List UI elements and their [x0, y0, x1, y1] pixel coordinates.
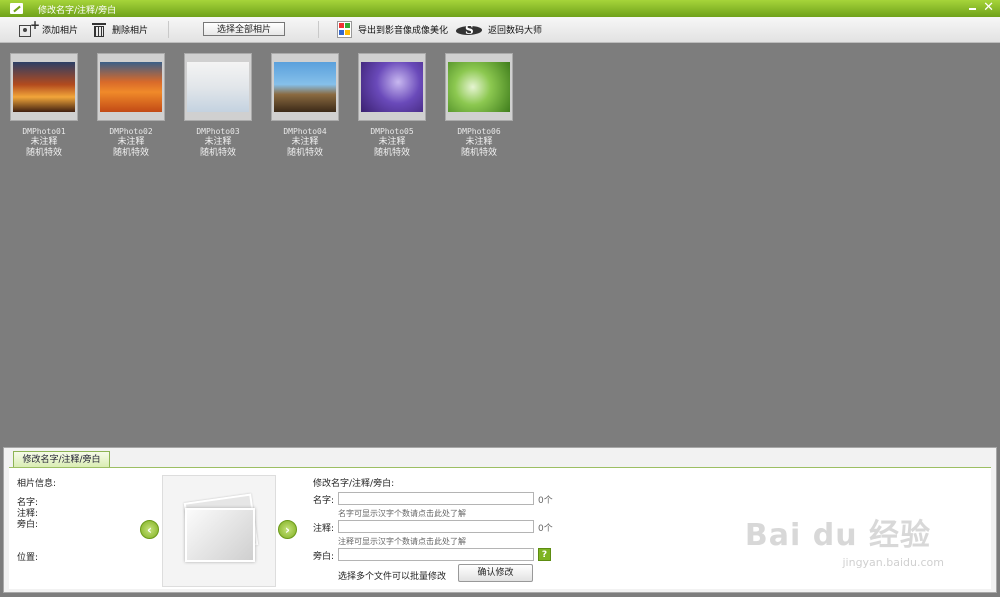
photo-note: 未注释	[204, 137, 232, 147]
toolbar-divider	[318, 21, 319, 38]
baidu-watermark-url: jingyan.baidu.com	[842, 556, 944, 569]
return-label: 返回数码大师	[488, 26, 543, 36]
minimize-button[interactable]	[969, 8, 976, 10]
name-hint-link[interactable]: 名字可显示汉字个数请点击此处了解	[338, 508, 466, 519]
edit-panel-body: 相片信息: 名字: 注释: 旁白: 位置: ‹ › 修改名字/注释/旁白: 名字…	[9, 468, 991, 589]
photo-effect: 随机特效	[25, 148, 62, 158]
delete-photo-label: 删除相片	[112, 26, 149, 36]
export-button[interactable]: 导出到影音像成像美化	[337, 20, 448, 39]
toolbar-divider	[168, 21, 169, 38]
photo-thumbnail[interactable]: DMPhoto02 未注释 随机特效	[97, 53, 165, 159]
photo-name: DMPhoto04	[283, 127, 327, 136]
photo-effect: 随机特效	[460, 148, 497, 158]
name-input[interactable]	[338, 492, 534, 505]
photo-effect: 随机特效	[286, 148, 323, 158]
return-button[interactable]: S 返回数码大师	[454, 20, 543, 39]
edit-panel: 修改名字/注释/旁白 相片信息: 名字: 注释: 旁白: 位置: ‹ › 修改名…	[3, 447, 997, 593]
export-label: 导出到影音像成像美化	[358, 26, 449, 36]
baidu-watermark-logo: Bai du 经验	[744, 518, 931, 553]
info-narration-label: 旁白:	[17, 520, 39, 530]
photo-preview	[162, 475, 276, 587]
return-logo-icon: S	[454, 23, 484, 37]
photo-info-title: 相片信息:	[17, 479, 57, 489]
photo-note: 未注释	[465, 137, 493, 147]
photo-name: DMPhoto06	[457, 127, 501, 136]
confirm-edit-button[interactable]: 确认修改	[458, 564, 533, 582]
trash-icon	[92, 21, 106, 38]
export-icon	[337, 21, 352, 38]
photo-effect: 随机特效	[373, 148, 410, 158]
name-char-count: 0个	[538, 496, 553, 506]
app-icon	[10, 3, 23, 14]
photo-thumbnail[interactable]: DMPhoto06 未注释 随机特效	[445, 53, 513, 159]
photo-thumbnail[interactable]: DMPhoto05 未注释 随机特效	[358, 53, 426, 159]
photo-image	[187, 62, 249, 112]
photo-image	[100, 62, 162, 112]
add-photo-label: 添加相片	[42, 26, 79, 36]
photo-name: DMPhoto05	[370, 127, 414, 136]
photo-image	[448, 62, 510, 112]
note-input[interactable]	[338, 520, 534, 533]
help-icon[interactable]: ?	[538, 548, 551, 561]
photo-note: 未注释	[378, 137, 406, 147]
photo-effect: 随机特效	[199, 148, 236, 158]
select-all-button[interactable]: 选择全部相片	[203, 22, 285, 36]
prev-photo-button[interactable]: ‹	[140, 520, 159, 539]
window-title: 修改名字/注释/旁白	[38, 6, 117, 16]
photo-effect: 随机特效	[112, 148, 149, 158]
note-hint-link[interactable]: 注释可显示汉字个数请点击此处了解	[338, 536, 466, 547]
photo-name: DMPhoto03	[196, 127, 240, 136]
tab-edit-name-note-narration[interactable]: 修改名字/注释/旁白	[13, 451, 110, 468]
photo-name: DMPhoto01	[22, 127, 66, 136]
add-photo-icon: +	[19, 18, 40, 38]
title-bar: 修改名字/注释/旁白 ✕	[0, 0, 1000, 17]
toolbar: + 添加相片 删除相片 选择全部相片 导出到影音像成像美化 S 返回数码大师	[0, 17, 1000, 43]
edit-name-label: 名字:	[313, 496, 335, 506]
photo-thumbnail[interactable]: DMPhoto03 未注释 随机特效	[184, 53, 252, 159]
photo-note: 未注释	[30, 137, 58, 147]
photo-thumbnail[interactable]: DMPhoto01 未注释 随机特效	[10, 53, 78, 159]
photo-image	[361, 62, 423, 112]
edit-title: 修改名字/注释/旁白:	[313, 479, 395, 489]
photo-image	[274, 62, 336, 112]
batch-edit-hint: 选择多个文件可以批量修改	[338, 572, 447, 582]
note-char-count: 0个	[538, 524, 553, 534]
next-photo-button[interactable]: ›	[278, 520, 297, 539]
photo-note: 未注释	[291, 137, 319, 147]
edit-note-label: 注释:	[313, 524, 335, 534]
close-button[interactable]: ✕	[983, 1, 994, 15]
narration-input[interactable]	[338, 548, 534, 561]
photo-image	[13, 62, 75, 112]
photo-note: 未注释	[117, 137, 145, 147]
photo-thumbnail[interactable]: DMPhoto04 未注释 随机特效	[271, 53, 339, 159]
photo-name: DMPhoto02	[109, 127, 153, 136]
info-position-label: 位置:	[17, 553, 39, 563]
add-photo-button[interactable]: + 添加相片	[19, 18, 79, 39]
edit-narration-label: 旁白:	[313, 552, 335, 562]
delete-photo-button[interactable]: 删除相片	[92, 20, 148, 39]
